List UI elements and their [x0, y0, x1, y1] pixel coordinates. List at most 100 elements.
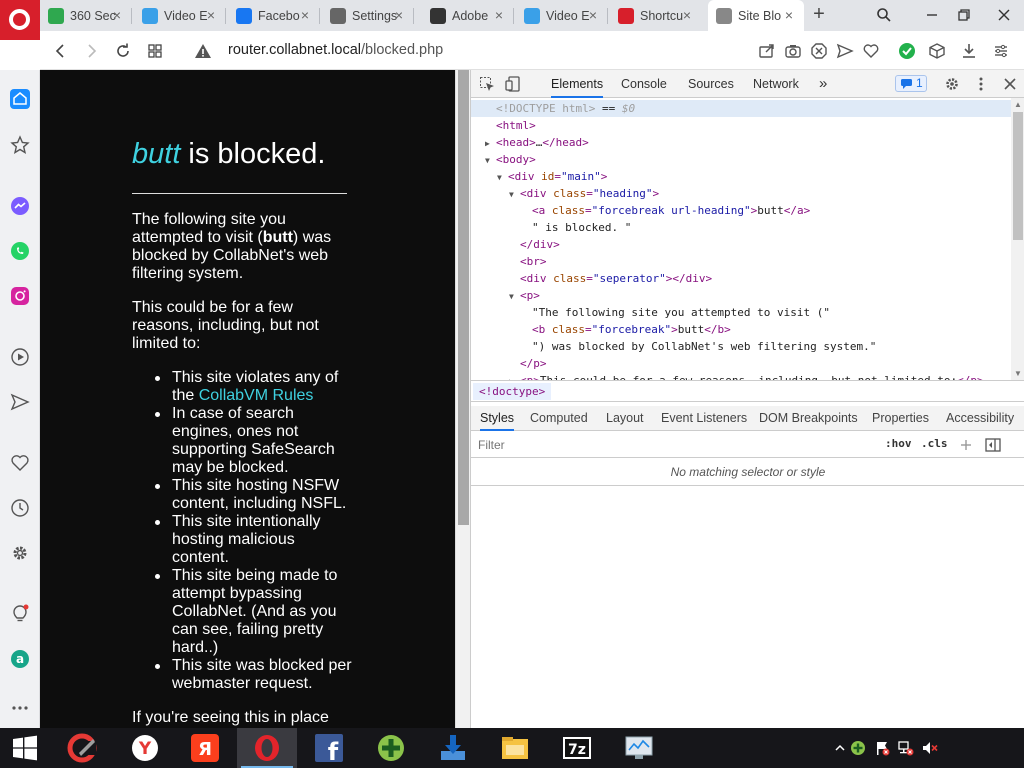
more-tabs-chevron-icon[interactable]: » [819, 70, 827, 98]
facebook-app[interactable]: f [299, 728, 359, 768]
dom-node-line[interactable]: ▶ <head>…</head> [471, 134, 1011, 151]
dom-node-line[interactable]: ▶<p>This could be for a few reasons, inc… [471, 372, 1011, 380]
dom-node-line[interactable]: ") was blocked by CollabNet's web filter… [471, 338, 1011, 355]
dom-node-line[interactable]: </p> [471, 355, 1011, 372]
browser-tab[interactable]: Site Blo × [708, 0, 804, 31]
adblock-icon[interactable] [810, 42, 828, 60]
styles-filter-input[interactable] [473, 434, 873, 455]
expand-right-icon[interactable]: ▶ [485, 135, 496, 152]
monitor-app[interactable] [609, 728, 669, 768]
browser-tab[interactable]: Video E × [134, 0, 226, 31]
breadcrumb-item[interactable]: <!doctype> [473, 383, 552, 400]
elements-tree[interactable]: <!DOCTYPE html> == $0 <html> ▶ <head>…</hea… [471, 98, 1011, 380]
issues-badge[interactable]: 1 [895, 75, 927, 92]
close-tab-icon[interactable]: × [586, 8, 600, 22]
dom-node-line[interactable]: ▼ <div id="main"> [471, 168, 1011, 185]
bookmark-star-icon[interactable] [9, 134, 31, 156]
easy-setup-icon[interactable] [992, 42, 1010, 60]
device-toolbar-icon[interactable] [505, 76, 521, 92]
whatsapp-icon[interactable] [9, 240, 31, 262]
restore-button[interactable] [952, 4, 976, 26]
start-button[interactable] [0, 728, 50, 768]
elements-scrollbar[interactable]: ▲ ▼ [1011, 98, 1024, 380]
page-scrollbar-thumb[interactable] [458, 70, 469, 525]
close-tab-icon[interactable]: × [492, 8, 506, 22]
tray-plus-icon[interactable] [850, 740, 866, 756]
class-toggle[interactable]: .cls [921, 437, 948, 450]
yandex-app[interactable]: Я [175, 728, 235, 768]
dom-node-line[interactable]: <a class="forcebreak url-heading">butt</… [471, 202, 1011, 219]
network-icon[interactable] [898, 740, 914, 756]
speed-dial-icon[interactable] [146, 42, 164, 60]
dom-node-line[interactable]: <br> [471, 253, 1011, 270]
vpn-check-icon[interactable] [898, 42, 916, 60]
collabvm-rules-link[interactable]: CollabVM Rules [199, 387, 314, 404]
back-icon[interactable] [52, 42, 70, 60]
send-icon[interactable] [836, 42, 854, 60]
more-dots-icon[interactable] [9, 697, 31, 719]
page-scrollbar[interactable] [455, 70, 470, 728]
dom-node-line[interactable]: " is blocked. " [471, 219, 1011, 236]
dom-node-line[interactable]: ▼ <p> [471, 287, 1011, 304]
close-tab-icon[interactable]: × [298, 8, 312, 22]
new-style-rule-icon[interactable] [959, 438, 973, 452]
dom-node-line[interactable]: <html> [471, 117, 1011, 134]
dom-node-line[interactable]: </div> [471, 236, 1011, 253]
elements-scrollbar-thumb[interactable] [1013, 112, 1023, 240]
settings-gear-icon[interactable] [9, 542, 31, 564]
extensions-cube-icon[interactable] [928, 42, 946, 60]
expand-down-icon[interactable]: ▼ [509, 186, 520, 203]
opera-menu-button[interactable] [0, 0, 40, 40]
browser-tab[interactable]: Settings × [322, 0, 414, 31]
scroll-down-icon[interactable]: ▼ [1014, 369, 1022, 378]
new-tab-button[interactable]: + [808, 4, 830, 26]
expand-down-icon[interactable]: ▼ [485, 152, 496, 169]
camera-icon[interactable] [784, 42, 802, 60]
url-field[interactable]: router.collabnet.local/blocked.php [228, 42, 443, 58]
7zip-app[interactable]: 7z [547, 728, 607, 768]
toggle-sidebar-icon[interactable] [985, 438, 1001, 452]
styles-tab-layout[interactable]: Layout [606, 406, 644, 431]
styles-tab-styles[interactable]: Styles [480, 406, 515, 431]
heart-icon[interactable] [862, 42, 880, 60]
styles-tab-accessibility[interactable]: Accessibility [946, 406, 1014, 431]
close-tab-icon[interactable]: × [782, 8, 796, 22]
close-tab-icon[interactable]: × [392, 8, 406, 22]
expand-right-icon[interactable]: ▶ [509, 373, 520, 380]
show-hidden-icons-icon[interactable] [832, 740, 848, 756]
browser-tab[interactable]: Adobe × [422, 0, 514, 31]
home-icon[interactable] [9, 88, 31, 110]
download-icon[interactable] [960, 42, 978, 60]
dom-node-line[interactable]: <!DOCTYPE html> == $0 [471, 100, 1011, 117]
dom-node-line[interactable]: <b class="forcebreak">butt</b> [471, 321, 1011, 338]
aria-icon[interactable]: a [9, 648, 31, 670]
close-window-button[interactable] [992, 4, 1016, 26]
browser-tab[interactable]: Video E × [516, 0, 608, 31]
devtools-tab-console[interactable]: Console [621, 70, 667, 98]
action-center-flag-icon[interactable] [874, 740, 890, 756]
browser-tab[interactable]: 360 Sec × [40, 0, 132, 31]
forward-icon[interactable] [82, 42, 100, 60]
opera-app[interactable] [237, 728, 297, 768]
hover-state-toggle[interactable]: :hov [885, 437, 912, 450]
styles-tab-event-listeners[interactable]: Event Listeners [661, 406, 747, 431]
blocked-site-link[interactable]: butt [132, 138, 180, 170]
my-flow-icon[interactable] [9, 391, 31, 413]
heart-icon[interactable] [9, 452, 31, 474]
styles-tab-properties[interactable]: Properties [872, 406, 929, 431]
devtools-tab-network[interactable]: Network [753, 70, 799, 98]
devtools-tab-sources[interactable]: Sources [688, 70, 734, 98]
messenger-icon[interactable] [9, 195, 31, 217]
share-icon[interactable] [758, 42, 776, 60]
close-tab-icon[interactable]: × [680, 8, 694, 22]
tips-lightbulb-icon[interactable] [9, 603, 31, 625]
ccleaner-app[interactable] [52, 728, 112, 768]
inspect-element-icon[interactable] [479, 76, 495, 92]
browser-tab[interactable]: Facebo × [228, 0, 320, 31]
styles-tab-computed[interactable]: Computed [530, 406, 588, 431]
minimize-button[interactable] [920, 4, 944, 26]
expand-down-icon[interactable]: ▼ [497, 169, 508, 186]
plus-app[interactable] [361, 728, 421, 768]
styles-tab-dom-breakpoints[interactable]: DOM Breakpoints [759, 406, 858, 431]
close-tab-icon[interactable]: × [110, 8, 124, 22]
